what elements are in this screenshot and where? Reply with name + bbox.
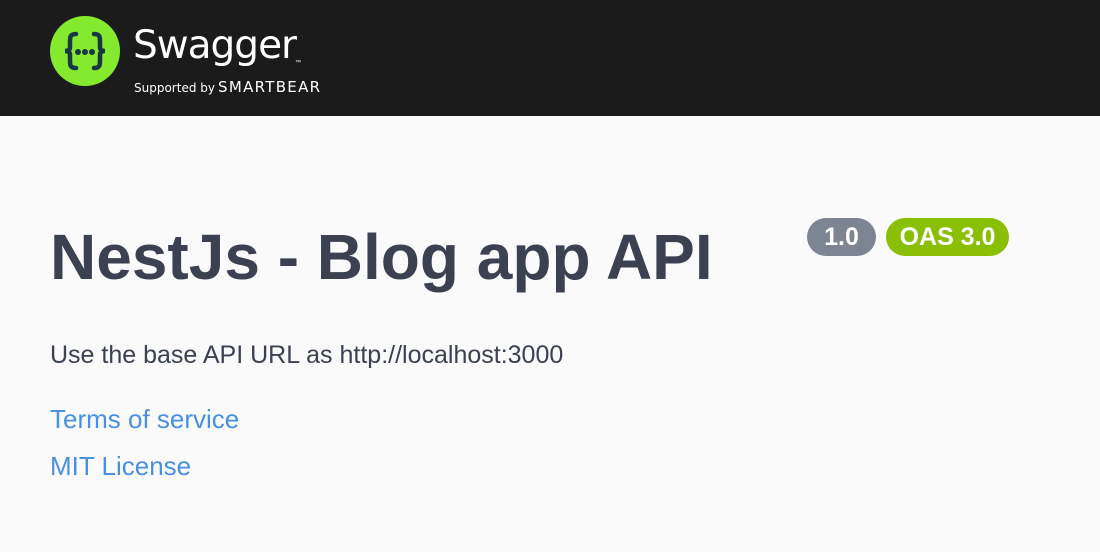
- brand-name: Swagger: [133, 23, 297, 68]
- api-description: Use the base API URL as http://localhost…: [50, 341, 564, 369]
- brand-trademark: ™: [295, 60, 301, 66]
- brand-smartbear: SMARTBEAR: [218, 78, 322, 96]
- terms-of-service-link[interactable]: Terms of service: [50, 404, 239, 434]
- swagger-logo-icon: [50, 16, 120, 86]
- brand-supported-by: Supported by: [134, 81, 215, 95]
- license-link[interactable]: MIT License: [50, 451, 191, 481]
- page-title: NestJs - Blog app API: [50, 221, 713, 293]
- topbar: Swagger ™ Supported by SMARTBEAR: [0, 0, 1100, 116]
- swagger-logo-link[interactable]: Swagger ™ Supported by SMARTBEAR: [50, 16, 350, 100]
- version-badge: 1.0: [807, 218, 876, 256]
- oas-version-badge: OAS 3.0: [886, 218, 1009, 256]
